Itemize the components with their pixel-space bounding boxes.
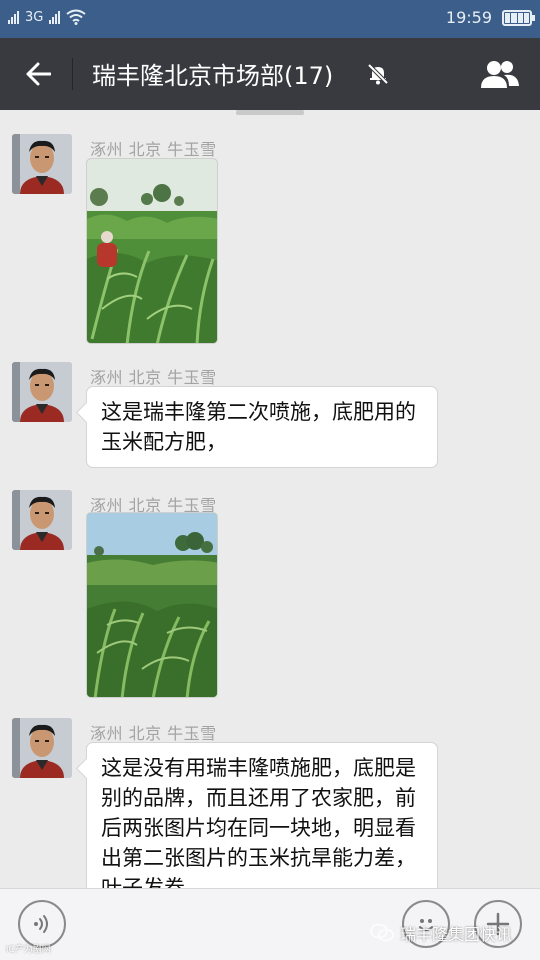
battery-icon	[502, 9, 535, 26]
chat-area[interactable]: 涿州 北京 牛玉雪 涿州 北京 牛玉雪 这是瑞丰隆第二次喷施，底肥用的玉米配方肥…	[0, 110, 540, 888]
avatar[interactable]	[12, 134, 72, 194]
status-right: 19:59	[445, 8, 535, 27]
network-type: 3G	[25, 9, 44, 25]
corn-field-photo	[87, 159, 217, 343]
bell-muted-icon	[367, 63, 389, 85]
sender-name: 涿州 北京 牛玉雪	[90, 140, 217, 159]
back-button[interactable]	[16, 54, 60, 94]
wechat-logo-icon	[370, 923, 394, 942]
avatar[interactable]	[12, 718, 72, 778]
signal-icon	[8, 10, 19, 24]
avatar[interactable]	[12, 490, 72, 550]
scroll-indicator	[236, 110, 304, 115]
watermark-small: iC产为剧网	[6, 945, 51, 955]
status-left: 3G	[8, 9, 86, 25]
watermark: 瑞丰隆集团快讯	[370, 921, 512, 945]
avatar[interactable]	[12, 362, 72, 422]
signal-icon-2	[49, 10, 61, 24]
chat-title: 瑞丰隆北京市场部(17)	[92, 62, 334, 90]
text-message[interactable]: 这是瑞丰隆第二次喷施，底肥用的玉米配方肥，	[86, 386, 438, 468]
voice-icon	[34, 915, 48, 933]
group-members-icon	[481, 61, 519, 88]
status-bar: 3G 19:59	[0, 0, 540, 38]
corn-field-photo	[87, 513, 217, 697]
wifi-icon	[66, 9, 86, 25]
header-divider	[72, 58, 73, 90]
watermark-text: 瑞丰隆集团快讯	[400, 925, 513, 944]
sender-name: 涿州 北京 牛玉雪	[90, 724, 217, 743]
text-message[interactable]: 这是没有用瑞丰隆喷施肥，底肥是别的品牌，而且还用了农家肥，前后两张图片均在同一块…	[86, 742, 438, 888]
image-message[interactable]	[86, 512, 218, 698]
voice-button[interactable]	[18, 900, 66, 948]
chat-header: 瑞丰隆北京市场部(17)	[0, 38, 540, 110]
image-message[interactable]	[86, 158, 218, 344]
group-info-button[interactable]	[478, 54, 522, 94]
sender-name: 涿州 北京 牛玉雪	[90, 368, 217, 387]
clock: 19:59	[445, 8, 492, 27]
back-arrow-icon	[26, 62, 51, 86]
